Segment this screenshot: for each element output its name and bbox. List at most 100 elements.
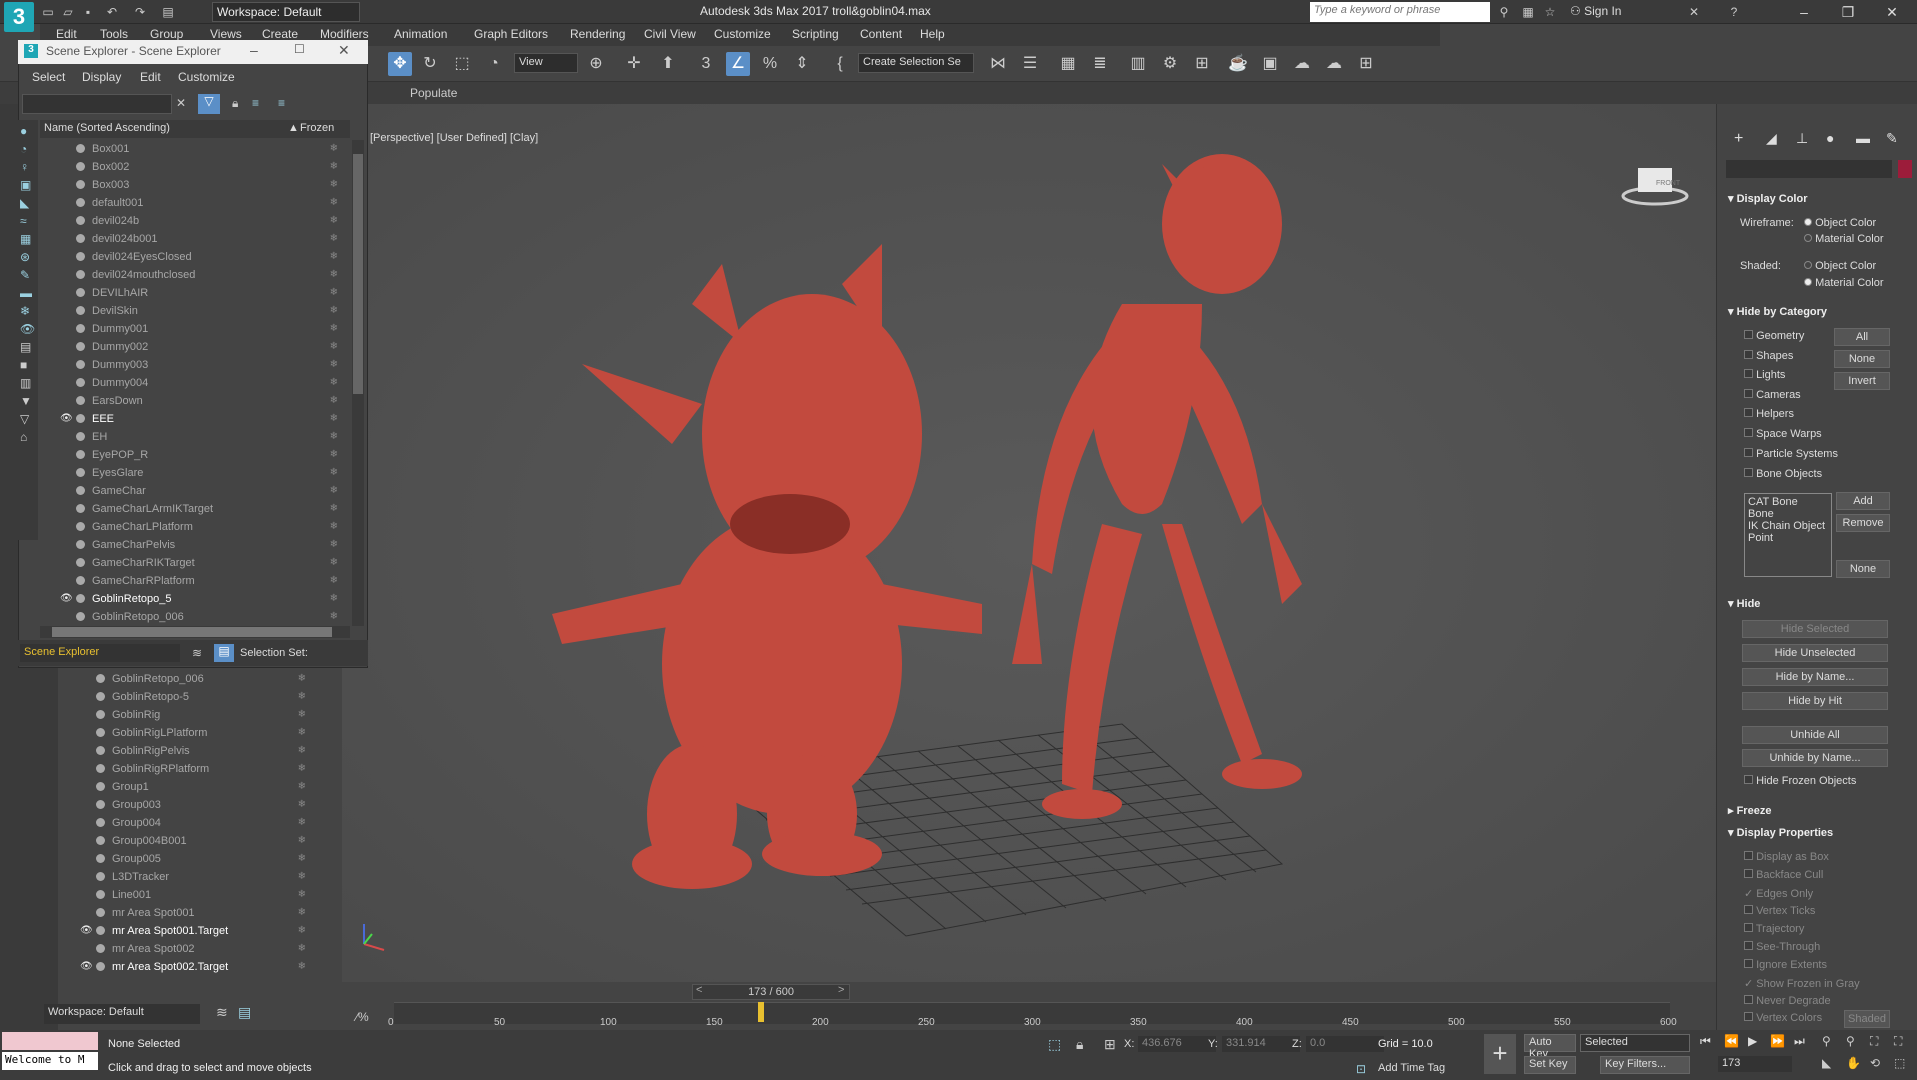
mini-curve-editor-icon[interactable]: ⁄%: [356, 1010, 369, 1024]
frozen-icon[interactable]: ❄: [298, 868, 306, 886]
binoculars-icon[interactable]: ⚲: [1496, 4, 1512, 20]
frozen-icon[interactable]: ❄: [330, 230, 338, 248]
pan-icon[interactable]: ✋: [1846, 1056, 1861, 1070]
undo-icon[interactable]: ↶: [104, 4, 120, 20]
frozen-icon[interactable]: ❄: [298, 832, 306, 850]
prop-see-through[interactable]: See-Through: [1744, 941, 1820, 953]
frozen-icon[interactable]: ❄: [298, 670, 306, 688]
render-in-cloud-icon[interactable]: ☁: [1322, 52, 1346, 76]
frozen-icon[interactable]: ❄: [330, 356, 338, 374]
hierarchy-tab-icon[interactable]: ⊥: [1796, 130, 1808, 147]
select-scale-icon[interactable]: ⬚: [450, 52, 474, 76]
category-particle-systems[interactable]: Particle Systems: [1744, 448, 1838, 460]
toggle-ribbon-icon[interactable]: ≣: [1088, 52, 1112, 76]
menu-graph-editors[interactable]: Graph Editors: [474, 27, 548, 41]
list-item[interactable]: Dummy004 ❄: [40, 374, 342, 392]
zoom-extents-icon[interactable]: ⛶: [1870, 1034, 1878, 1049]
frozen-icon[interactable]: ❄: [330, 482, 338, 500]
object-name-field[interactable]: [1726, 160, 1892, 178]
menu-help[interactable]: Help: [920, 27, 945, 41]
next-key-icon[interactable]: ⏩: [1770, 1034, 1785, 1048]
display-tab-icon[interactable]: ▬: [1856, 130, 1870, 146]
set-key-button[interactable]: Set Key: [1524, 1056, 1576, 1074]
geometry-filter-icon[interactable]: ●: [20, 124, 36, 138]
redo-icon[interactable]: ↷: [132, 4, 148, 20]
close-button[interactable]: ✕: [1872, 2, 1912, 22]
explorer-name-select[interactable]: Scene Explorer: [20, 644, 180, 662]
list-add-button[interactable]: Add: [1836, 492, 1890, 510]
list-item[interactable]: GameCharPelvis ❄: [40, 536, 342, 554]
orbit-icon[interactable]: ⟲: [1870, 1056, 1880, 1070]
frozen-icon[interactable]: ❄: [298, 760, 306, 778]
category-lights[interactable]: Lights: [1744, 369, 1785, 381]
xref-filter-icon[interactable]: ⊛: [20, 250, 36, 264]
se-menu-select[interactable]: Select: [32, 70, 65, 84]
container-filter-icon[interactable]: ▬: [20, 286, 36, 300]
list-item[interactable]: GameCharLArmIKTarget ❄: [40, 500, 342, 518]
create-tab-icon[interactable]: +: [1734, 130, 1743, 148]
workspace-bottom-select[interactable]: Workspace: Default: [44, 1004, 200, 1024]
frozen-icon[interactable]: ❄: [298, 904, 306, 922]
visibility-eye-icon[interactable]: 👁: [80, 958, 93, 976]
se-menu-display[interactable]: Display: [82, 70, 121, 84]
frozen-icon[interactable]: ❄: [330, 410, 338, 428]
list-item[interactable]: GoblinRig ❄: [60, 706, 310, 724]
se-column-header[interactable]: Name (Sorted Ascending) ▲ Frozen: [40, 120, 350, 138]
layers-icon[interactable]: ≋: [192, 646, 202, 660]
visibility-eye-icon[interactable]: 👁: [60, 410, 73, 428]
list-item[interactable]: EarsDown ❄: [40, 392, 342, 410]
object-color-swatch[interactable]: [1898, 160, 1912, 178]
hierarchy-icon[interactable]: ▤: [214, 644, 234, 662]
frozen-icon[interactable]: ❄: [330, 374, 338, 392]
category-none-button[interactable]: None: [1834, 350, 1890, 368]
list-item[interactable]: Group004 ❄: [60, 814, 310, 832]
bone-type-list[interactable]: CAT Bone Bone IK Chain Object Point: [1744, 493, 1832, 577]
open-file-icon[interactable]: ▱: [60, 4, 76, 20]
modify-tab-icon[interactable]: ◢: [1766, 130, 1777, 147]
frozen-icon[interactable]: ❄: [330, 554, 338, 572]
category-space-warps[interactable]: Space Warps: [1744, 428, 1822, 440]
minimize-button[interactable]: –: [250, 42, 258, 58]
list-item[interactable]: Group003 ❄: [60, 796, 310, 814]
prev-frame-icon[interactable]: <: [696, 984, 702, 996]
prop-vertex-ticks[interactable]: Vertex Ticks: [1744, 905, 1815, 917]
menu-group[interactable]: Group: [150, 27, 183, 41]
named-selection-set-select[interactable]: Create Selection Se: [858, 53, 974, 73]
menu-customize[interactable]: Customize: [714, 27, 771, 41]
layers-icon[interactable]: ≋: [216, 1004, 228, 1021]
save-icon[interactable]: ▪: [80, 4, 96, 20]
render-setup-icon[interactable]: ☕: [1226, 52, 1250, 76]
wireframe-material-color-radio[interactable]: Material Color: [1804, 233, 1884, 245]
frozen-icon[interactable]: ❄: [330, 608, 338, 626]
list-item[interactable]: default001 ❄: [40, 194, 342, 212]
menu-edit[interactable]: Edit: [56, 27, 77, 41]
list-item[interactable]: 👁 EEE ❄: [40, 410, 342, 428]
se-scrollbar[interactable]: [352, 140, 364, 626]
category-shapes[interactable]: Shapes: [1744, 350, 1793, 362]
list-item[interactable]: Bone: [1748, 508, 1828, 520]
frozen-icon[interactable]: ❄: [330, 338, 338, 356]
schematic-view-icon[interactable]: ⚙: [1158, 52, 1182, 76]
frozen-icon[interactable]: ❄: [330, 320, 338, 338]
select-rotate-icon[interactable]: ↻: [418, 52, 442, 76]
menu-tools[interactable]: Tools: [100, 27, 128, 41]
frozen-icon[interactable]: ❄: [330, 248, 338, 266]
rendered-frame-icon[interactable]: ▣: [1258, 52, 1282, 76]
layer-explorer-icon[interactable]: ▦: [1056, 52, 1080, 76]
list-item[interactable]: GameChar ❄: [40, 482, 342, 500]
list-item[interactable]: CAT Bone: [1748, 496, 1828, 508]
list-item[interactable]: GameCharRPlatform ❄: [40, 572, 342, 590]
category-invert-button[interactable]: Invert: [1834, 372, 1890, 390]
frozen-icon[interactable]: ❄: [330, 194, 338, 212]
hidden-filter-icon[interactable]: 👁: [20, 322, 36, 336]
frozen-icon[interactable]: ❄: [298, 850, 306, 868]
list-item[interactable]: IK Chain Object: [1748, 520, 1828, 532]
isolate-selection-icon[interactable]: ⬚: [1048, 1036, 1061, 1053]
category-bone-objects[interactable]: Bone Objects: [1744, 468, 1822, 480]
current-frame-field[interactable]: 173: [1718, 1056, 1792, 1072]
frozen-icon[interactable]: ❄: [298, 778, 306, 796]
funnel-outline-icon[interactable]: ▽: [20, 412, 36, 426]
help-icon[interactable]: ?: [1726, 4, 1742, 20]
list-item[interactable]: Dummy003 ❄: [40, 356, 342, 374]
list-item[interactable]: devil024b ❄: [40, 212, 342, 230]
